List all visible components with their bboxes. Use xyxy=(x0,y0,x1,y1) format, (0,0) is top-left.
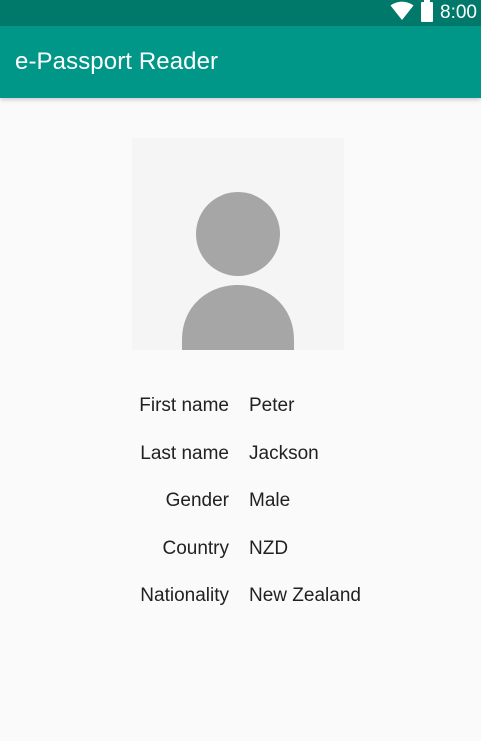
detail-row-nationality: Nationality New Zealand xyxy=(0,581,481,611)
person-placeholder-icon xyxy=(182,192,294,350)
passport-photo xyxy=(132,138,344,350)
last-name-value: Jackson xyxy=(249,443,319,464)
app-bar: e-Passport Reader xyxy=(0,26,481,98)
first-name-value: Peter xyxy=(249,395,295,416)
country-label: Country xyxy=(162,538,229,559)
wifi-icon xyxy=(390,1,414,26)
gender-value: Male xyxy=(249,490,291,511)
nationality-label: Nationality xyxy=(140,585,229,606)
status-icons: 8:00 xyxy=(390,0,477,26)
app-title: e-Passport Reader xyxy=(15,48,219,75)
nationality-value: New Zealand xyxy=(249,585,361,606)
status-time: 8:00 xyxy=(440,2,477,23)
detail-row-last-name: Last name Jackson xyxy=(0,439,481,469)
gender-label: Gender xyxy=(165,490,229,511)
detail-row-gender: Gender Male xyxy=(0,486,481,516)
detail-row-country: Country NZD xyxy=(0,534,481,564)
detail-row-first-name: First name Peter xyxy=(0,391,481,421)
first-name-label: First name xyxy=(139,395,229,416)
country-value: NZD xyxy=(249,538,289,559)
battery-icon xyxy=(420,0,434,27)
last-name-label: Last name xyxy=(140,443,229,464)
status-bar: 8:00 xyxy=(0,0,481,26)
